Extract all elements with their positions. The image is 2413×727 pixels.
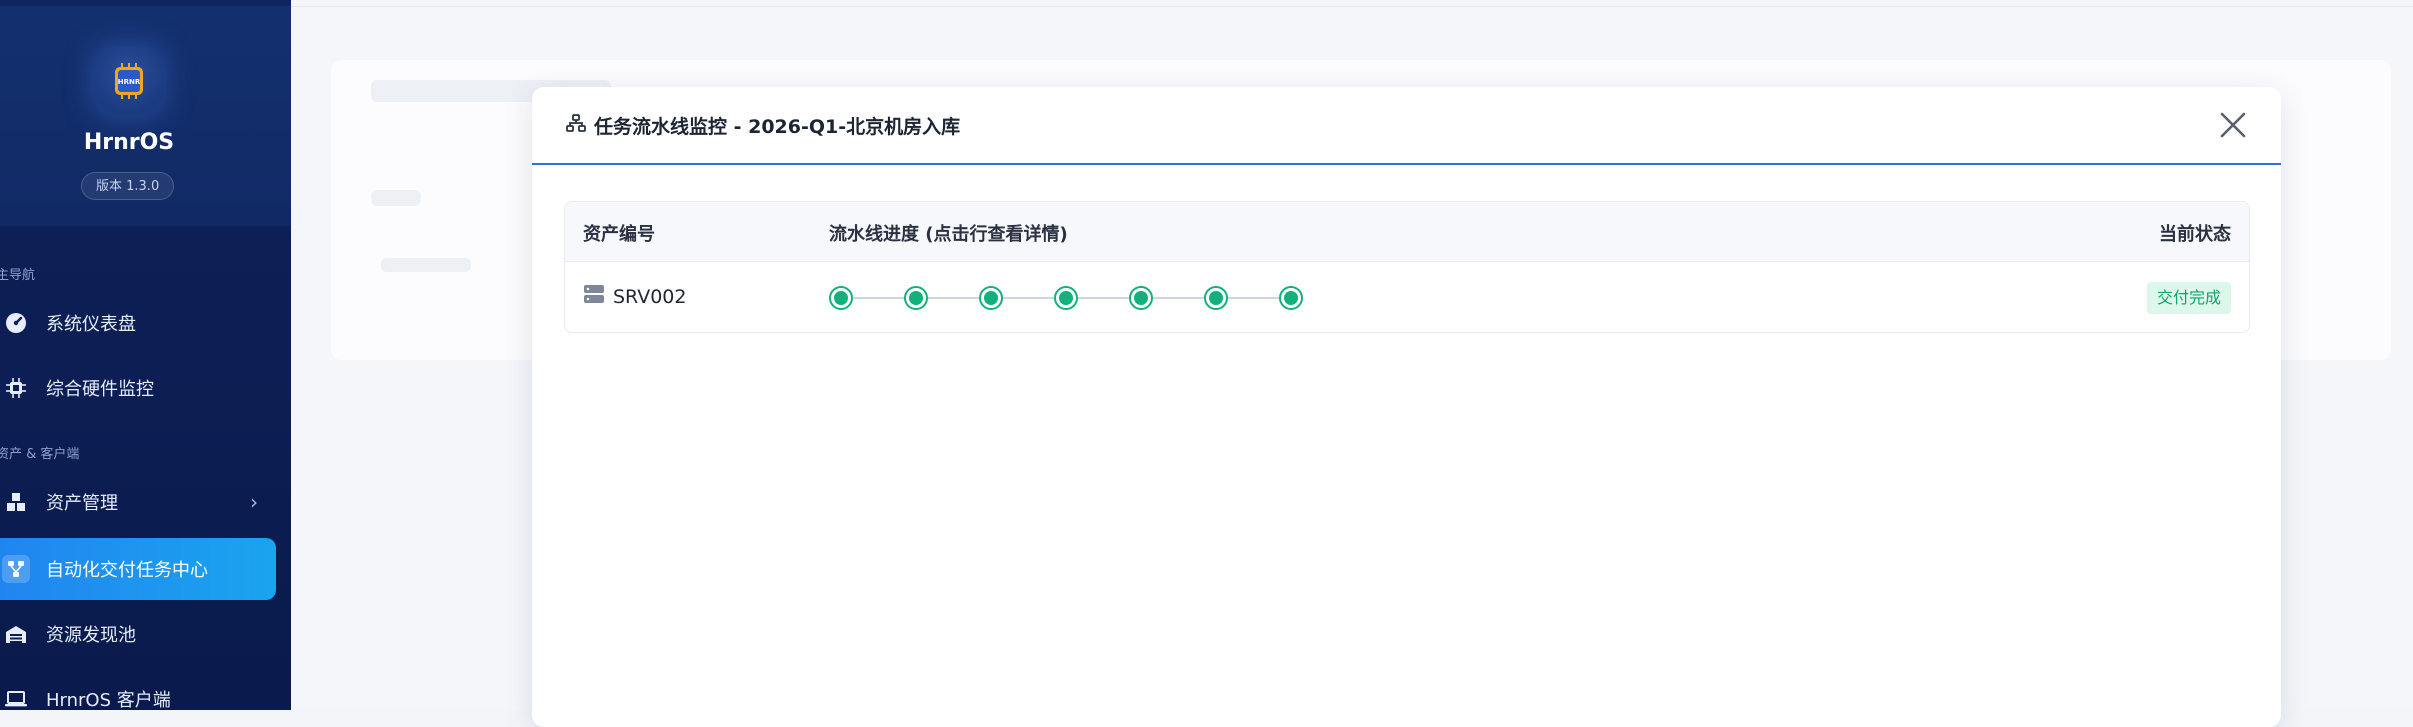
- version-badge: 版本 1.3.0: [81, 172, 175, 200]
- chip-logo-icon: HRNR: [115, 63, 143, 99]
- sidebar: HRNR HrnrOS 版本 1.3.0 主导航 系统仪表盘 综合硬件监控 资产…: [0, 0, 291, 710]
- column-header-status: 当前状态: [2159, 224, 2231, 245]
- sidebar-item-label: 系统仪表盘: [46, 314, 136, 335]
- pipeline-step-2[interactable]: [904, 286, 928, 310]
- logo: HRNR: [94, 46, 164, 116]
- pipeline-step-7[interactable]: [1279, 286, 1303, 310]
- sidebar-item-resource-pool[interactable]: 资源发现池: [0, 603, 276, 665]
- logo-text: HRNR: [118, 78, 141, 86]
- sidebar-item-delivery-center[interactable]: 自动化交付任务中心: [0, 538, 276, 600]
- laptop-icon: [2, 685, 30, 710]
- workflow-icon: [2, 555, 30, 583]
- column-header-asset-id: 资产编号: [583, 224, 655, 245]
- sidebar-item-label: 资源发现池: [46, 625, 136, 646]
- brand-name: HrnrOS: [83, 130, 175, 155]
- asset-id: SRV002: [613, 285, 687, 308]
- background-placeholder: [381, 258, 471, 272]
- sidebar-item-client[interactable]: HrnrOS 客户端: [0, 668, 276, 710]
- sidebar-item-label: 资产管理: [46, 493, 118, 514]
- pipeline-progress[interactable]: [829, 286, 1309, 310]
- pipeline-table: 资产编号 流水线进度 (点击行查看详情) 当前状态 SRV002 交付完成: [564, 201, 2250, 333]
- pipeline-step-3[interactable]: [979, 286, 1003, 310]
- warehouse-icon: [2, 620, 30, 648]
- sidebar-item-label: 自动化交付任务中心: [46, 560, 208, 581]
- background-placeholder: [371, 190, 421, 206]
- nav-section-asset-client: 资产 & 客户端: [0, 447, 80, 462]
- close-button[interactable]: [2215, 107, 2251, 143]
- top-divider: [291, 6, 2413, 7]
- sidebar-item-label: 综合硬件监控: [46, 379, 154, 400]
- brand-panel: HRNR HrnrOS 版本 1.3.0: [0, 6, 291, 226]
- pipeline-modal: 任务流水线监控 - 2026-Q1-北京机房入库 资产编号 流水线进度 (点击行…: [532, 87, 2281, 727]
- modal-title: 任务流水线监控 - 2026-Q1-北京机房入库: [594, 115, 961, 138]
- pipeline-step-1[interactable]: [829, 286, 853, 310]
- sidebar-item-label: HrnrOS 客户端: [46, 690, 171, 710]
- pipeline-step-6[interactable]: [1204, 286, 1228, 310]
- chevron-right-icon: ›: [250, 490, 258, 514]
- chip-icon: [2, 374, 30, 402]
- sidebar-item-hardware-monitor[interactable]: 综合硬件监控: [0, 357, 276, 419]
- sidebar-item-asset-management[interactable]: 资产管理 ›: [0, 471, 276, 533]
- pipeline-step-4[interactable]: [1054, 286, 1078, 310]
- boxes-icon: [2, 488, 30, 516]
- pipeline-step-5[interactable]: [1129, 286, 1153, 310]
- dashboard-icon: [2, 309, 30, 337]
- nav-section-main: 主导航: [0, 268, 36, 283]
- table-row[interactable]: SRV002 交付完成: [565, 262, 2249, 332]
- sitemap-icon: [566, 114, 586, 136]
- table-header: 资产编号 流水线进度 (点击行查看详情) 当前状态: [565, 202, 2249, 262]
- modal-header: 任务流水线监控 - 2026-Q1-北京机房入库: [532, 87, 2281, 165]
- column-header-pipeline: 流水线进度 (点击行查看详情): [829, 224, 1068, 245]
- status-badge: 交付完成: [2146, 282, 2231, 314]
- server-icon: [583, 284, 605, 309]
- sidebar-item-dashboard[interactable]: 系统仪表盘: [0, 292, 276, 354]
- close-icon: [2220, 112, 2246, 138]
- asset-id-cell: SRV002: [583, 284, 687, 309]
